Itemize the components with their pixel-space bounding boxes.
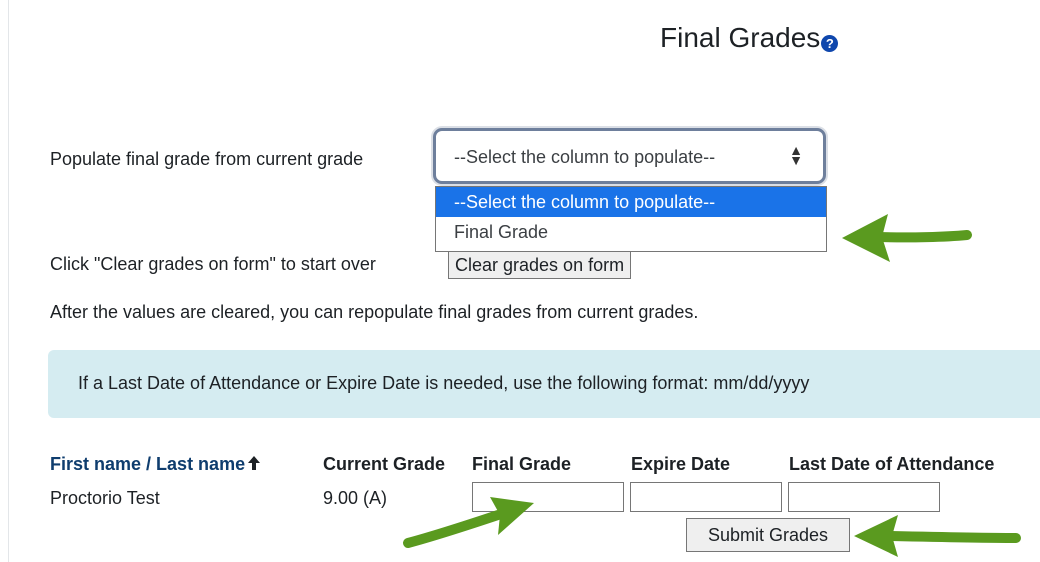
- after-clear-note: After the values are cleared, you can re…: [50, 302, 699, 322]
- select-caret-icon: ▲ ▼: [789, 142, 803, 168]
- annotation-arrow-final-grade-icon: [403, 497, 534, 548]
- left-divider: [8, 0, 9, 562]
- header-expire-date: Expire Date: [631, 454, 731, 474]
- page-title: Final Grades?: [660, 22, 839, 54]
- header-current-grade: Current Grade: [323, 454, 446, 474]
- row-name: Proctorio Test: [50, 488, 160, 508]
- dropdown-option-final-grade[interactable]: Final Grade: [436, 217, 826, 247]
- date-format-alert: If a Last Date of Attendance or Expire D…: [48, 350, 1040, 418]
- populate-label: Populate final grade from current grade: [50, 149, 364, 169]
- sort-last-name-link[interactable]: Last name: [156, 454, 245, 474]
- header-last-attendance: Last Date of Attendance: [789, 454, 995, 474]
- row-current-grade: 9.00 (A): [323, 488, 388, 508]
- annotation-arrow-dropdown-icon: [842, 214, 972, 262]
- populate-dropdown-list: --Select the column to populate-- Final …: [435, 186, 827, 252]
- header-separator: /: [141, 454, 157, 474]
- sort-ascending-icon[interactable]: [247, 454, 261, 475]
- populate-select[interactable]: --Select the column to populate-- ▲ ▼: [433, 128, 826, 184]
- sort-first-name-link[interactable]: First name: [50, 454, 141, 474]
- header-final-grade: Final Grade: [472, 454, 572, 474]
- clear-grades-button[interactable]: Clear grades on form: [448, 251, 632, 279]
- populate-select-value: --Select the column to populate--: [454, 147, 716, 167]
- help-icon[interactable]: ?: [821, 35, 839, 52]
- expire-date-input[interactable]: [630, 482, 782, 512]
- submit-grades-button[interactable]: Submit Grades: [686, 518, 850, 552]
- alert-text: If a Last Date of Attendance or Expire D…: [78, 373, 810, 393]
- page-title-text: Final Grades: [660, 22, 821, 53]
- annotation-arrow-submit-icon: [854, 515, 1021, 557]
- dropdown-option-placeholder[interactable]: --Select the column to populate--: [436, 187, 826, 217]
- header-name: First name / Last name: [50, 454, 261, 475]
- page: Final Grades? Populate final grade from …: [0, 0, 1040, 562]
- last-attendance-input[interactable]: [788, 482, 940, 512]
- clear-label: Click "Clear grades on form" to start ov…: [50, 254, 376, 274]
